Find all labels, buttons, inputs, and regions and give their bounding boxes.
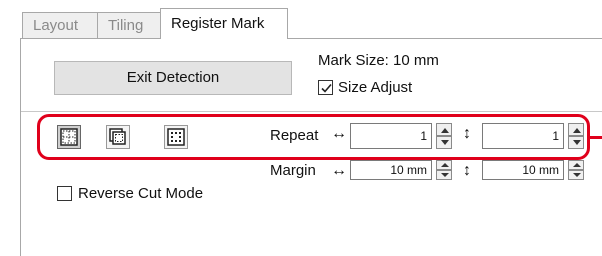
- margin-vertical-stepper[interactable]: [568, 160, 584, 180]
- margin-horizontal-input[interactable]: 10 mm: [350, 160, 432, 180]
- tab-tiling[interactable]: Tiling: [97, 12, 163, 38]
- size-adjust-checkbox[interactable]: [318, 80, 333, 95]
- vertical-arrow-icon: ↕: [463, 162, 471, 179]
- exit-detection-button[interactable]: Exit Detection: [54, 61, 292, 95]
- down-arrow-icon: [573, 173, 581, 177]
- horizontal-arrow-icon: ↔: [331, 162, 347, 179]
- highlight-frame: [37, 114, 590, 160]
- reverse-cut-mode-label: Reverse Cut Mode: [78, 185, 204, 202]
- mark-size-value: 10 mm: [393, 52, 439, 69]
- checkmark-icon: [321, 83, 332, 93]
- size-adjust-label: Size Adjust: [338, 79, 413, 96]
- exit-detection-label: Exit Detection: [126, 69, 220, 86]
- panel-border: [20, 38, 21, 256]
- tab-register-mark-label: Register Mark: [171, 15, 265, 32]
- increment-button[interactable]: [436, 160, 452, 170]
- decrement-button[interactable]: [568, 170, 584, 180]
- margin-vertical-input[interactable]: 10 mm: [482, 160, 564, 180]
- increment-button[interactable]: [568, 160, 584, 170]
- tab-layout-label: Layout: [33, 17, 79, 34]
- mark-size-label: Mark Size:: [318, 52, 389, 69]
- section-divider: [21, 111, 602, 112]
- up-arrow-icon: [573, 163, 581, 167]
- up-arrow-icon: [441, 163, 449, 167]
- tab-strip-divider: [20, 38, 602, 39]
- tab-layout[interactable]: Layout: [22, 12, 100, 38]
- callout-line: [589, 136, 602, 139]
- margin-label: Margin: [270, 162, 316, 179]
- tab-register-mark[interactable]: Register Mark: [160, 8, 288, 39]
- decrement-button[interactable]: [436, 170, 452, 180]
- reverse-cut-mode-checkbox[interactable]: [57, 186, 72, 201]
- tab-tiling-label: Tiling: [108, 17, 144, 34]
- mark-size-readout: Mark Size: 10 mm: [318, 52, 439, 69]
- margin-horizontal-stepper[interactable]: [436, 160, 452, 180]
- down-arrow-icon: [441, 173, 449, 177]
